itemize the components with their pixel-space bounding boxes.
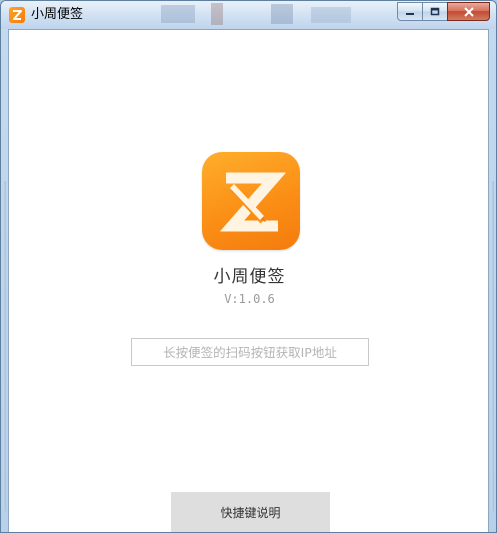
app-window: 小周便签 小周便签 V:1.0.6 长按便签的扫码按钮获取IP地址 快捷键说明 (0, 0, 497, 533)
app-logo-icon (202, 152, 300, 250)
minimize-button[interactable] (397, 2, 423, 21)
main-content: 小周便签 V:1.0.6 快捷键说明 (8, 29, 489, 532)
left-frame-edge (3, 181, 6, 511)
close-button[interactable] (447, 2, 490, 21)
window-controls (397, 2, 490, 22)
version-label: V:1.0.6 (224, 292, 275, 306)
close-icon (463, 6, 474, 17)
title-bar[interactable]: 小周便签 (1, 1, 496, 29)
shortcut-help-button[interactable]: 快捷键说明 (171, 492, 330, 532)
window-title: 小周便签 (31, 7, 84, 22)
right-frame-edge (491, 181, 494, 511)
titlebar-background-decoration (161, 3, 351, 25)
app-name: 小周便签 (213, 267, 286, 287)
maximize-button[interactable] (422, 2, 448, 21)
minimize-icon (406, 12, 414, 15)
ip-address-input[interactable] (131, 338, 369, 366)
app-icon (9, 7, 25, 23)
maximize-icon (430, 7, 440, 15)
